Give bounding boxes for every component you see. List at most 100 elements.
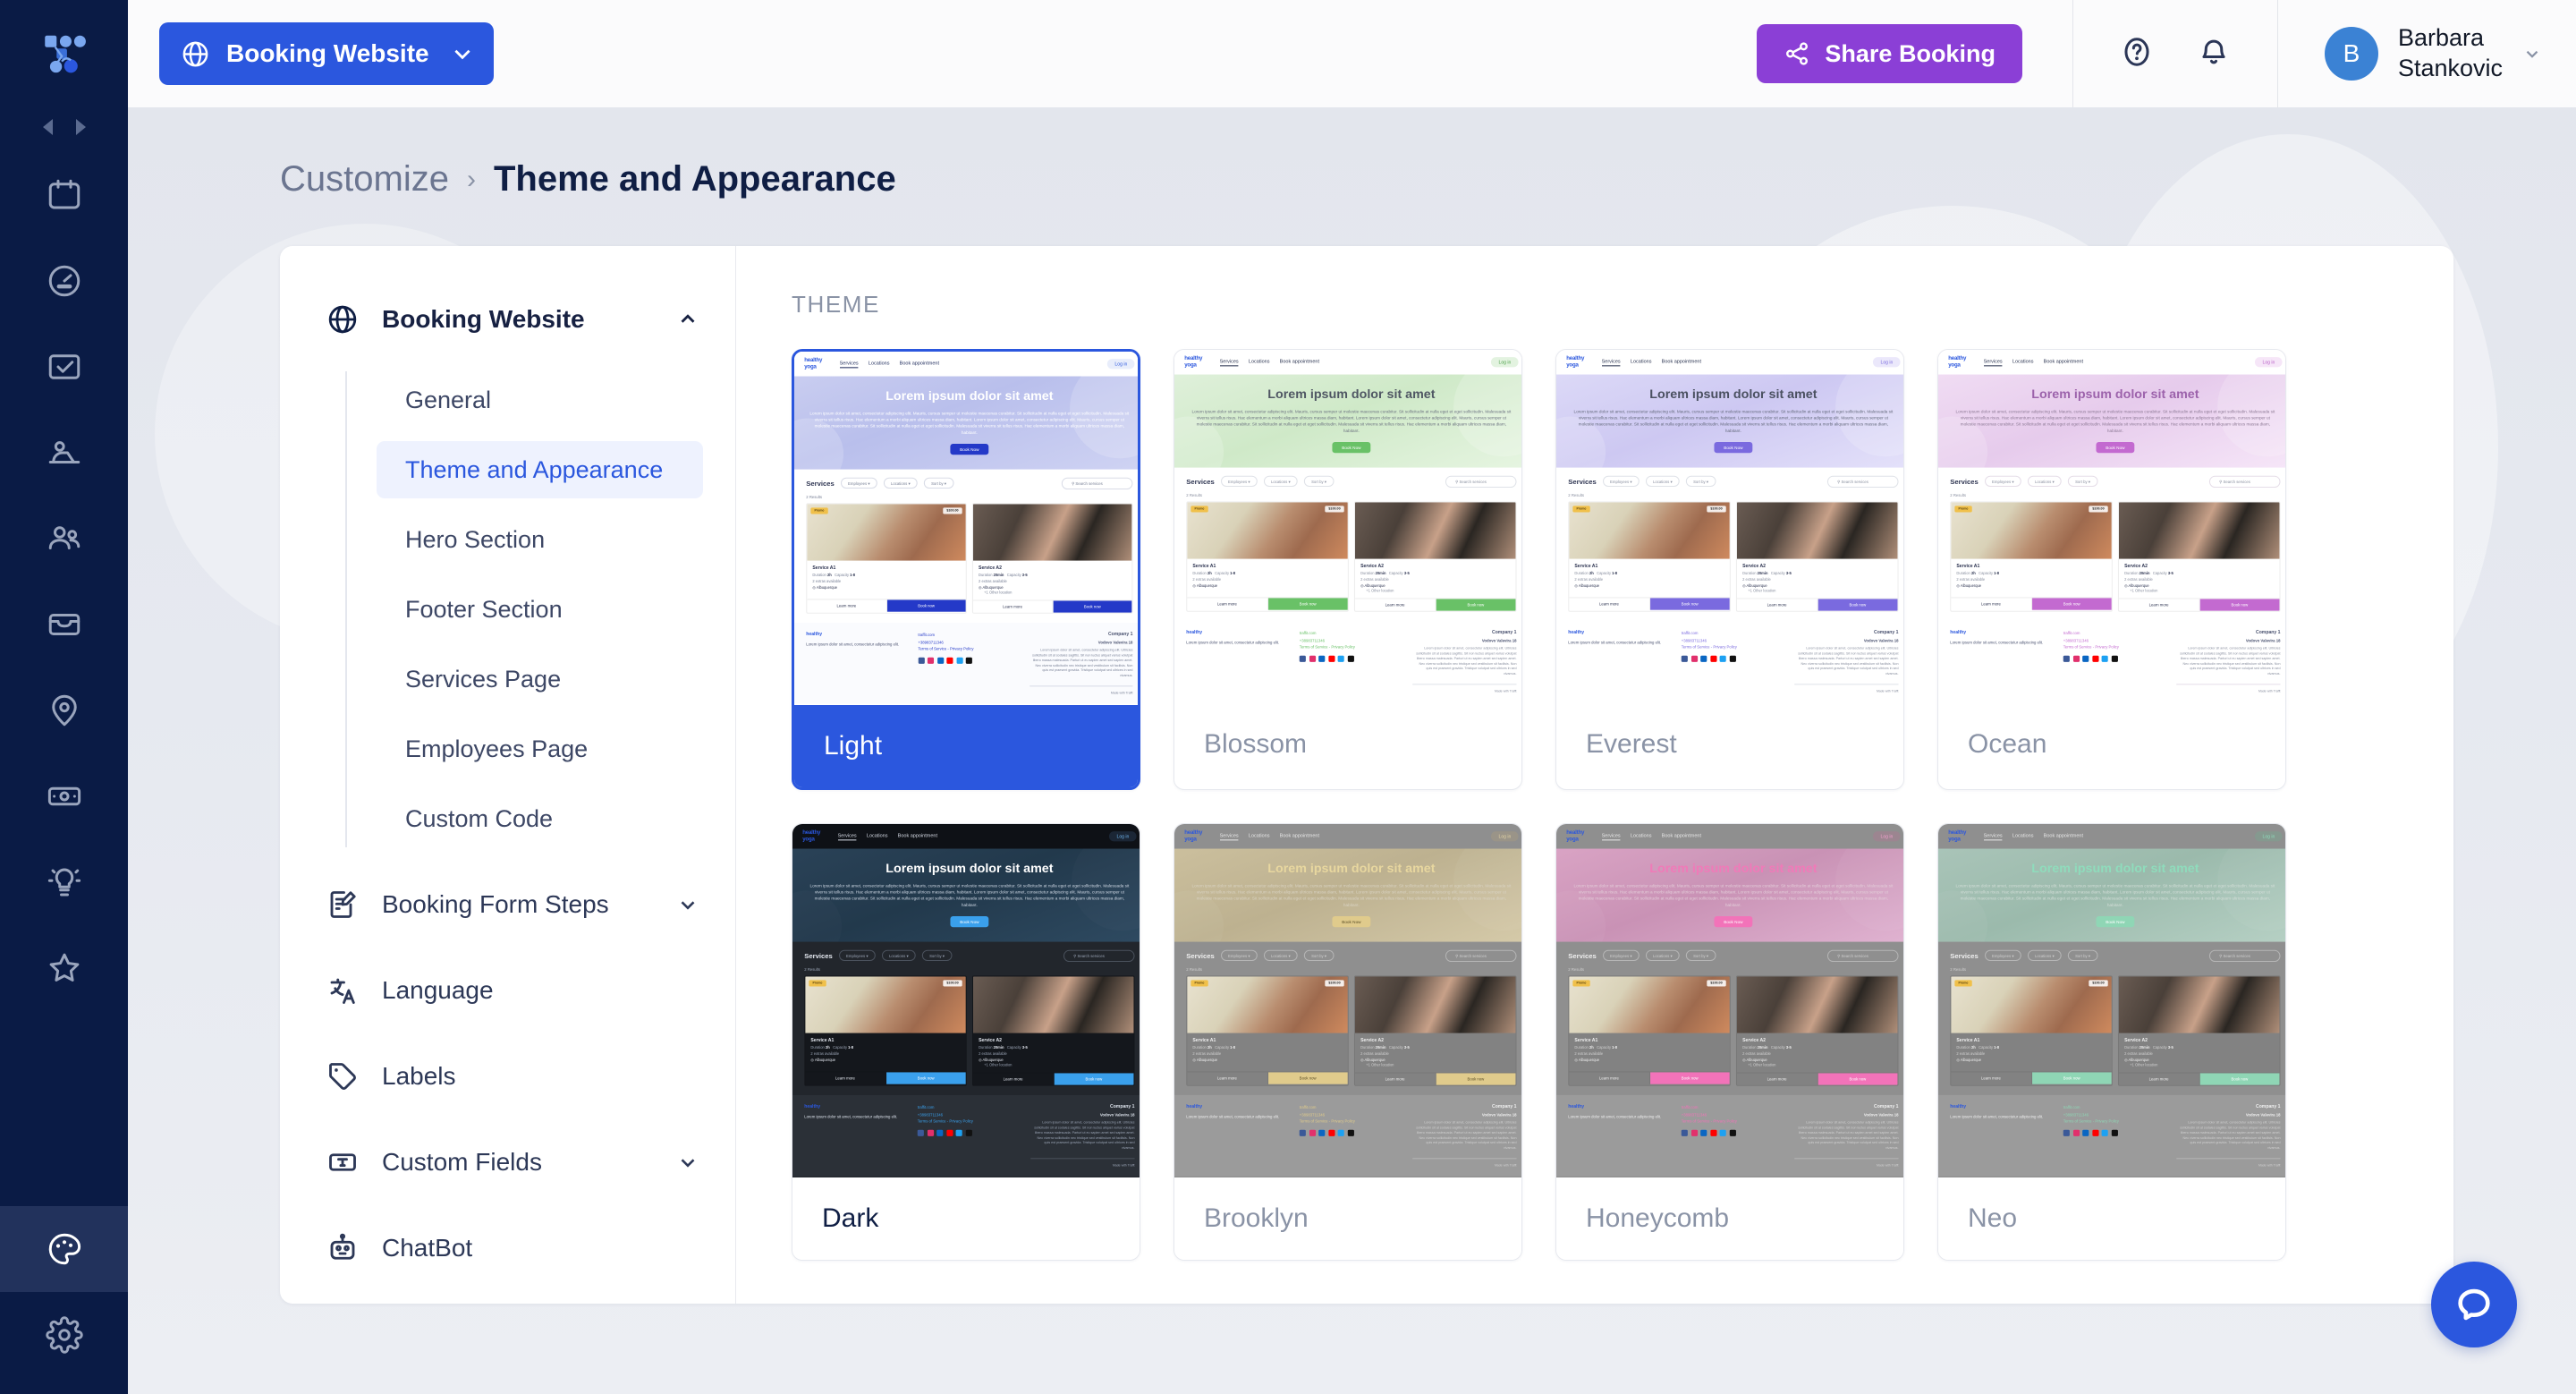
preview-service-card: Service A2 Duration 20min Capacity 3-5 2… [971, 975, 1135, 1086]
preview-hero-paragraph: Lorem ipsum dolor sit amet, consectetur … [1955, 409, 2275, 434]
subnav-item-services-page[interactable]: Services Page [377, 650, 703, 708]
preview-book-now-button: Book now [2031, 1072, 2112, 1085]
sidebar-item-inbox[interactable] [0, 582, 128, 667]
preview-social-icon [956, 657, 963, 665]
theme-card-everest[interactable]: healthy yoga Services Locations Book appoin… [1555, 349, 1904, 790]
preview-login-button: Log in [1109, 831, 1137, 842]
panel-nav-language[interactable]: Language [280, 962, 735, 1019]
preview-hero-button: Book Now [1713, 916, 1753, 928]
sidebar-item-locations[interactable] [0, 667, 128, 753]
preview-service-title: Service A2 [2124, 563, 2148, 569]
sidebar-item-calendar[interactable] [0, 152, 128, 238]
user-first-name: Barbara [2397, 24, 2484, 52]
preview-search-field: ⚲ Search services [1061, 477, 1133, 489]
panel-nav-labels[interactable]: Labels [280, 1048, 735, 1105]
tasks-icon [48, 354, 80, 379]
preview-footer-credit: Made with Trafft [1794, 1158, 1899, 1168]
theme-card-blossom[interactable]: healthy yoga Services Locations Book appoin… [1174, 349, 1522, 790]
preview-services-bar: Services Employees ▾ Locations ▾ Sort by ▾… [794, 470, 1138, 496]
preview-footer-about: Lorem ipsum dolor sit amet, consectetur … [1416, 1120, 1517, 1150]
share-booking-button[interactable]: Share Booking [1757, 24, 2022, 83]
panel-nav-group-booking-website[interactable]: Booking Website [280, 291, 735, 348]
subnav-item-custom-code[interactable]: Custom Code [377, 790, 703, 847]
preview-footer-logo: healthy [806, 632, 823, 638]
sidebar-item-insights[interactable] [0, 839, 128, 925]
preview-service-meta: Duration 20min Capacity 3-5 [1360, 1045, 1410, 1050]
subnav-item-theme-and-appearance[interactable]: Theme and Appearance [377, 441, 703, 498]
preview-learn-more-button: Learn more [1569, 598, 1650, 611]
sidebar-item-customers[interactable] [0, 496, 128, 582]
breadcrumb-parent[interactable]: Customize [280, 159, 449, 200]
subnav-item-employees-page[interactable]: Employees Page [377, 720, 703, 778]
theme-card-light[interactable]: healthy yoga Services Locations Book appoin… [792, 349, 1140, 790]
preview-nav-links: Services Locations Book appointment [1219, 833, 1319, 840]
preview-service-extras: 2 extras available [1192, 1050, 1222, 1057]
preview-social-icon [2091, 655, 2099, 663]
theme-card-neo[interactable]: healthy yoga Services Locations Book appoin… [1937, 823, 2286, 1261]
theme-card-honeycomb[interactable]: healthy yoga Services Locations Book appoin… [1555, 823, 1904, 1261]
panel-nav-booking-form-steps[interactable]: Booking Form Steps [280, 876, 735, 933]
preview-nav-links: Services Locations Book appointment [837, 833, 937, 840]
preview-social-icon [965, 1129, 972, 1137]
preview-more-locations: +1 Other location [1748, 588, 1776, 593]
panel-nav-chatbot[interactable]: ChatBot [280, 1220, 735, 1277]
preview-price: $100.00 [1325, 980, 1344, 987]
preview-footer-tagline: Lorem ipsum dolor sit amet, consectetur … [1568, 1114, 1662, 1119]
preview-price: $100.00 [2089, 506, 2108, 513]
theme-section: THEME healthy yoga Services Locations Book … [736, 246, 2453, 1304]
theme-card-dark[interactable]: healthy yoga Services Locations Book appoin… [792, 823, 1140, 1261]
support-chat-button[interactable] [2431, 1262, 2517, 1347]
theme-name: Dark [822, 1203, 879, 1233]
preview-footer-address: Vodovo Valevira 18 [1863, 1112, 1899, 1118]
page-title: Theme and Appearance [493, 159, 896, 199]
subnav-item-hero-section[interactable]: Hero Section [377, 511, 703, 568]
preview-filter-chip: Sort by ▾ [1685, 476, 1716, 488]
preview-service-cards: Promo $100.00 Service A1 Duration 2h Cap… [1556, 501, 1903, 621]
expand-right-icon[interactable] [75, 119, 86, 135]
preview-social-icon [1709, 655, 1717, 663]
share-icon [1786, 42, 1809, 65]
sidebar-item-payments[interactable] [0, 753, 128, 839]
subnav-item-general[interactable]: General [377, 371, 703, 429]
preview-social-icon [936, 657, 944, 665]
preview-results-count: 2 Results [1186, 493, 1203, 498]
preview-book-now-button: Book now [1053, 600, 1132, 613]
sidebar-item-featured[interactable] [0, 925, 128, 1011]
subnav-item-footer-section[interactable]: Footer Section [377, 581, 703, 638]
preview-filter-chip: Sort by ▾ [2067, 476, 2098, 488]
robot-icon [330, 1233, 355, 1260]
booking-website-selector[interactable]: Booking Website [159, 22, 494, 85]
preview-footer-socials [2063, 655, 2167, 663]
sidebar-item-customize[interactable] [0, 1206, 128, 1292]
preview-hero: Lorem ipsum dolor sit amet Lorem ipsum d… [794, 376, 1138, 470]
preview-footer-email: traffit.com [2063, 1105, 2080, 1110]
preview-nav-link: Book appointment [1661, 832, 1702, 838]
sidebar-item-dashboard[interactable] [0, 238, 128, 324]
theme-card-brooklyn[interactable]: healthy yoga Services Locations Book appoin… [1174, 823, 1522, 1261]
preview-service-meta: Duration 2h Capacity 1-8 [810, 1045, 854, 1050]
notifications-icon[interactable] [2197, 35, 2231, 73]
settings-panel: Booking Website General Theme and Appear… [280, 246, 2453, 1304]
preview-filter-chip: Locations ▾ [883, 478, 918, 489]
preview-nav-link: Services [1219, 359, 1239, 366]
preview-filter-chip: Sort by ▾ [2067, 950, 2098, 962]
preview-login-button: Log in [2255, 831, 2283, 842]
theme-card-footer: Ocean [1938, 703, 2285, 786]
user-menu[interactable]: B Barbara Stankovic [2278, 0, 2576, 107]
help-icon[interactable] [2120, 35, 2154, 73]
sidebar-item-services[interactable] [0, 410, 128, 496]
preview-footer-about: Lorem ipsum dolor sit amet, consectetur … [1034, 1120, 1135, 1150]
preview-hero-title: Lorem ipsum dolor sit amet [886, 387, 1054, 404]
sidebar-item-settings[interactable] [0, 1292, 128, 1378]
theme-card-ocean[interactable]: healthy yoga Services Locations Book appoin… [1937, 349, 2286, 790]
panel-nav-custom-fields[interactable]: Custom Fields [280, 1134, 735, 1191]
preview-filter-chip: Locations ▾ [881, 950, 916, 962]
app-logo[interactable] [0, 0, 128, 107]
preview-card-body: Service A1 Duration 2h Capacity 1-8 2 ex… [1951, 1033, 2112, 1072]
sidebar-item-tasks[interactable] [0, 324, 128, 410]
panel-nav-label: Booking Form Steps [382, 890, 609, 918]
preview-hero-paragraph: Lorem ipsum dolor sit amet, consectetur … [1191, 409, 1512, 434]
collapse-left-icon[interactable] [42, 119, 53, 135]
preview-social-icon [2063, 1129, 2070, 1137]
preview-service-extras: 2 extras available [1360, 576, 1389, 582]
